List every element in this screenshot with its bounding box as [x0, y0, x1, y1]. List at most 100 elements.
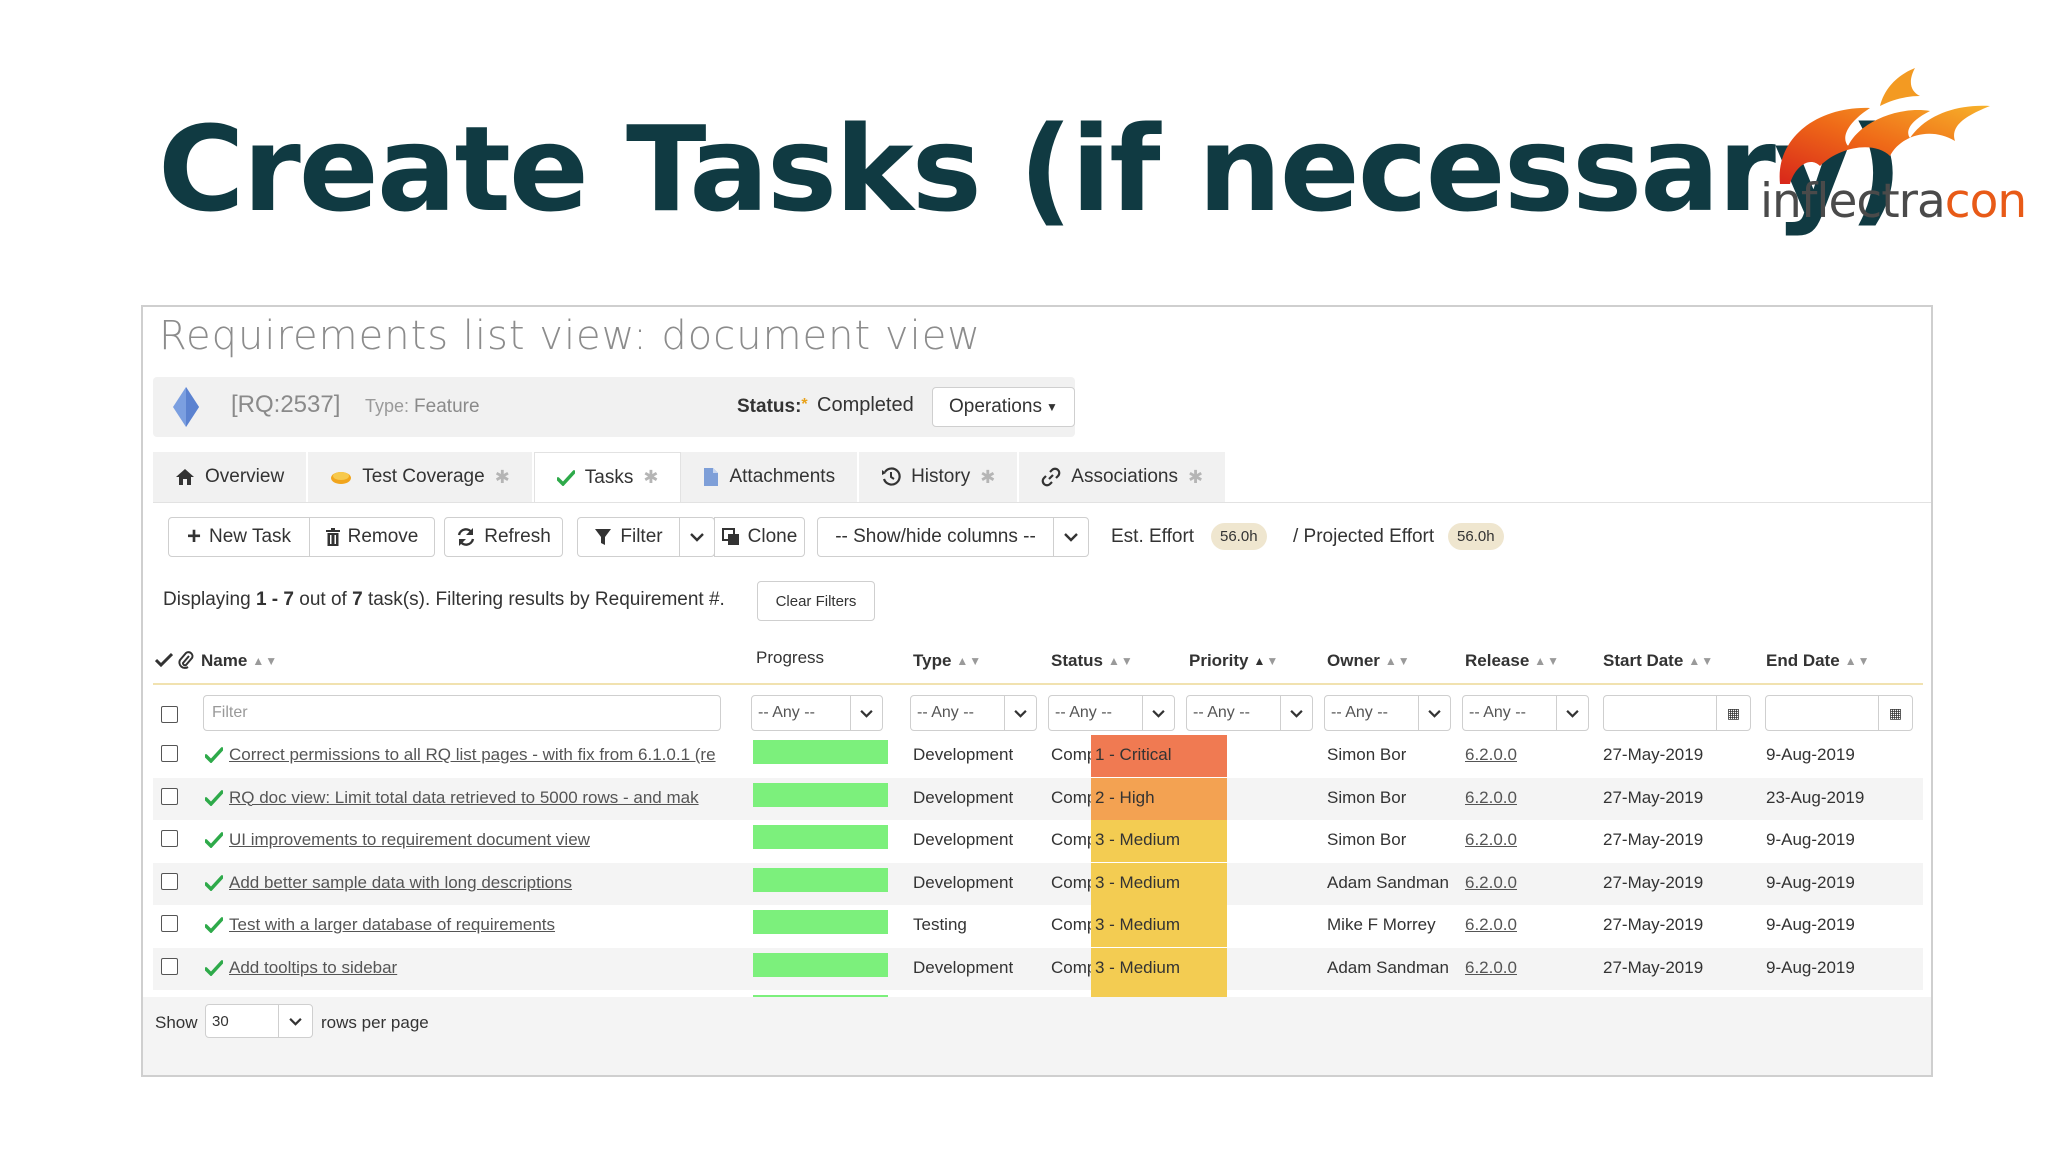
sort-arrows-icon[interactable]: ▲▼ — [1254, 654, 1280, 668]
filter-icon — [595, 529, 612, 545]
column-name-header[interactable]: Name ▲▼ — [201, 651, 278, 671]
requirement-diamond-icon — [173, 387, 199, 427]
rows-per-page-select[interactable]: 30 — [205, 1004, 313, 1038]
tab-history[interactable]: History ✱ — [859, 452, 1020, 502]
tab-associations[interactable]: Associations ✱ — [1019, 452, 1228, 502]
priority-filter-select[interactable]: -- Any -- — [1186, 695, 1313, 731]
task-start-date: 27-May-2019 — [1603, 957, 1704, 977]
test-coverage-icon — [331, 472, 352, 484]
table-row: Test with a larger database of requireme… — [153, 905, 1923, 947]
chevron-down-icon — [860, 709, 873, 718]
task-name[interactable]: Test with a larger database of requireme… — [229, 915, 744, 935]
task-priority: 2 - High — [1091, 777, 1227, 820]
column-progress-header: Progress — [756, 648, 825, 667]
tab-bar: Overview Test Coverage ✱ Tasks ✱ Attachmen… — [153, 452, 1228, 502]
progress-bar — [753, 740, 888, 764]
task-name[interactable]: Add tooltips to sidebar — [229, 958, 744, 978]
column-end-date-header[interactable]: End Date ▲▼ — [1766, 651, 1870, 671]
progress-bar — [753, 825, 888, 849]
tab-test-coverage[interactable]: Test Coverage ✱ — [308, 452, 534, 502]
row-checkbox[interactable] — [161, 915, 178, 932]
refresh-button[interactable]: Refresh — [444, 517, 563, 557]
task-owner: Simon Bor — [1327, 830, 1407, 849]
task-release[interactable]: 6.2.0.0 — [1465, 830, 1517, 850]
new-task-button[interactable]: + New Task — [168, 517, 310, 557]
task-toolbar: + New Task Remove Refresh Filter Clone --… — [168, 517, 1908, 557]
row-checkbox[interactable] — [161, 745, 178, 762]
progress-filter-select[interactable]: -- Any -- — [751, 695, 883, 731]
row-checkbox[interactable] — [161, 872, 178, 890]
filter-button[interactable]: Filter — [577, 517, 680, 557]
tab-attachments[interactable]: Attachments — [681, 452, 860, 502]
select-all-checkbox[interactable] — [161, 706, 178, 723]
task-name[interactable]: UI improvements to requirement document … — [229, 830, 744, 850]
owner-filter-select[interactable]: -- Any -- — [1324, 695, 1451, 731]
task-release[interactable]: 6.2.0.0 — [1465, 788, 1517, 808]
plus-icon: + — [186, 523, 201, 550]
column-priority-header[interactable]: Priority ▲▼ — [1189, 651, 1279, 671]
sort-arrows-icon[interactable]: ▲▼ — [1845, 654, 1871, 668]
sort-arrows-icon[interactable]: ▲▼ — [1534, 654, 1560, 668]
table-row: Correct permissions to all RQ list pages… — [153, 735, 1923, 777]
row-checkbox[interactable] — [161, 787, 178, 805]
task-priority: 3 - Medium — [1091, 947, 1227, 990]
chevron-down-icon — [289, 1017, 302, 1026]
task-end-date: 9-Aug-2019 — [1766, 745, 1855, 764]
progress-bar — [753, 782, 888, 807]
trash-icon — [325, 528, 340, 546]
tab-tasks[interactable]: Tasks ✱ — [533, 452, 682, 502]
calendar-icon[interactable]: ▦ — [1878, 696, 1912, 730]
task-owner: Simon Bor — [1327, 745, 1407, 764]
sort-arrows-icon[interactable]: ▲▼ — [1108, 654, 1134, 668]
task-release[interactable]: 6.2.0.0 — [1465, 745, 1517, 765]
sort-arrows-icon[interactable]: ▲▼ — [1385, 654, 1411, 668]
table-row: RQ doc view: Limit total data retrieved … — [153, 777, 1923, 820]
task-start-date: 27-May-2019 — [1603, 872, 1704, 892]
sort-arrows-icon[interactable]: ▲▼ — [252, 654, 278, 668]
calendar-icon[interactable]: ▦ — [1716, 696, 1750, 730]
task-release[interactable]: 6.2.0.0 — [1465, 873, 1517, 893]
task-name[interactable]: Add better sample data with long descrip… — [229, 873, 744, 893]
task-owner: Adam Sandman — [1327, 957, 1449, 977]
release-filter-select[interactable]: -- Any -- — [1462, 695, 1589, 731]
type-filter-select[interactable]: -- Any -- — [910, 695, 1037, 731]
column-owner-header[interactable]: Owner ▲▼ — [1327, 651, 1411, 671]
status-label: Status:* — [737, 396, 808, 417]
task-name[interactable]: RQ doc view: Limit total data retrieved … — [229, 788, 744, 808]
clear-filters-button[interactable]: Clear Filters — [757, 581, 875, 621]
task-end-date: 9-Aug-2019 — [1766, 957, 1855, 977]
sort-arrows-icon[interactable]: ▲▼ — [956, 654, 982, 668]
select-all-header[interactable] — [155, 651, 194, 669]
show-hide-columns-toggle[interactable] — [1053, 517, 1089, 557]
progress-bar — [753, 910, 888, 934]
row-checkbox[interactable] — [161, 830, 178, 847]
row-checkbox[interactable] — [161, 957, 178, 975]
filter-dropdown-toggle[interactable] — [679, 517, 715, 557]
name-filter-input[interactable]: Filter — [203, 695, 721, 731]
task-end-date: 9-Aug-2019 — [1766, 830, 1855, 849]
column-type-header[interactable]: Type ▲▼ — [913, 651, 982, 671]
start-date-filter[interactable]: ▦ — [1603, 695, 1751, 731]
operations-dropdown[interactable]: Operations ▼ — [932, 387, 1075, 427]
column-release-header[interactable]: Release ▲▼ — [1465, 651, 1560, 671]
show-hide-columns-select[interactable]: -- Show/hide columns -- — [817, 517, 1054, 557]
task-name[interactable]: Correct permissions to all RQ list pages… — [229, 745, 744, 765]
show-label: Show — [155, 1013, 198, 1032]
grid-header: Name ▲▼ Progress Type ▲▼ Status ▲▼ Priority… — [153, 637, 1923, 685]
end-date-filter[interactable]: ▦ — [1765, 695, 1913, 731]
requirement-header: [RQ:2537] Type: Feature Status:* Complet… — [153, 377, 1075, 437]
remove-button[interactable]: Remove — [309, 517, 435, 557]
column-status-header[interactable]: Status ▲▼ — [1051, 651, 1134, 671]
sort-arrows-icon[interactable]: ▲▼ — [1688, 654, 1714, 668]
document-icon — [704, 468, 719, 486]
rows-per-page-label: rows per page — [321, 1013, 429, 1032]
column-start-date-header[interactable]: Start Date ▲▼ — [1603, 651, 1714, 671]
clone-button[interactable]: Clone — [714, 517, 805, 557]
task-release[interactable]: 6.2.0.0 — [1465, 958, 1517, 978]
status-filter-select[interactable]: -- Any -- — [1048, 695, 1175, 731]
required-marker: * — [801, 396, 808, 413]
tab-overview[interactable]: Overview — [153, 452, 309, 502]
task-complete-check-icon — [205, 874, 223, 891]
task-release[interactable]: 6.2.0.0 — [1465, 915, 1517, 935]
task-type: Testing — [913, 915, 967, 934]
